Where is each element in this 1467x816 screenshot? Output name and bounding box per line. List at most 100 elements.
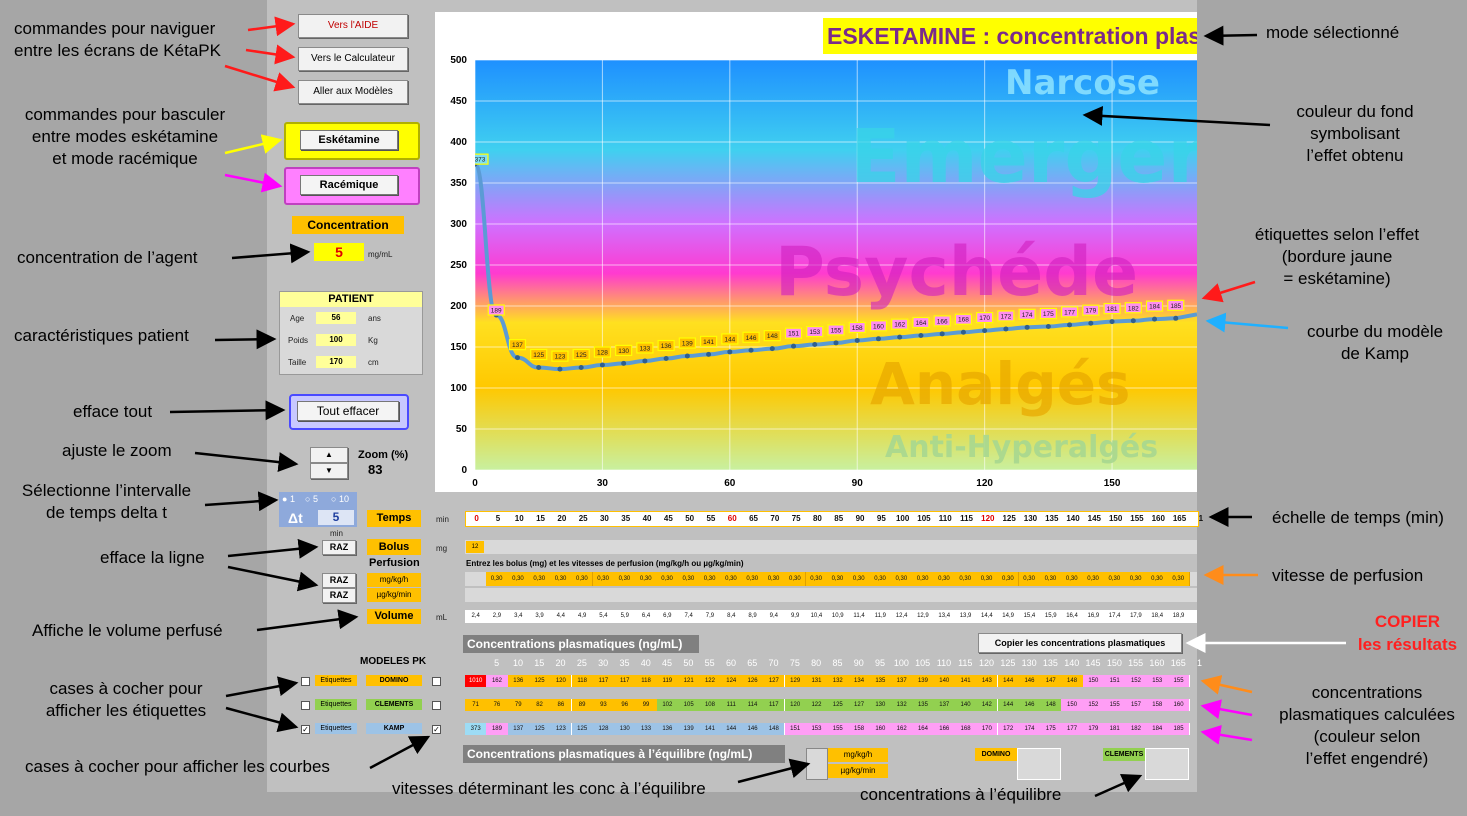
perfusion-cell[interactable]: 0,30 bbox=[762, 572, 786, 586]
kamp-point bbox=[1109, 319, 1115, 325]
domino-label-tag: Etiquettes bbox=[315, 675, 357, 686]
kamp-data-label: 175 bbox=[1043, 311, 1054, 318]
perfusion-cell[interactable]: 0,30 bbox=[826, 572, 850, 586]
perfusion-cell[interactable]: 0,30 bbox=[997, 572, 1020, 586]
perfusion-cell[interactable]: 0,30 bbox=[656, 572, 679, 586]
perfusion-cell[interactable]: 0,30 bbox=[1167, 572, 1190, 586]
perfusion-cell[interactable]: 0,30 bbox=[1082, 572, 1105, 586]
racemic-button[interactable]: Racémique bbox=[300, 175, 398, 195]
perfusion-cell[interactable]: 0,30 bbox=[635, 572, 658, 586]
concentration-cell: 158 bbox=[848, 723, 871, 735]
kamp-point bbox=[1024, 324, 1030, 330]
perfusion-ugkgmin-row[interactable] bbox=[465, 588, 1197, 602]
perfusion-cell[interactable]: 0,30 bbox=[1039, 572, 1063, 586]
perfusion-cell[interactable]: 0,30 bbox=[975, 572, 999, 586]
clear-perfusion-mgkgh-button[interactable]: RAZ bbox=[322, 573, 356, 588]
perfusion-cell[interactable]: 0,30 bbox=[592, 572, 615, 586]
perfusion-cell[interactable]: 0,30 bbox=[741, 572, 764, 586]
kamp-point bbox=[1045, 324, 1051, 329]
equilibrium-rate-input[interactable] bbox=[806, 748, 828, 780]
concentration-cell: 162 bbox=[891, 723, 914, 735]
zoom-label: Zoom (%) bbox=[358, 449, 409, 461]
perfusion-cell[interactable]: 0,30 bbox=[1061, 572, 1084, 586]
plasma-time-cell: 40 bbox=[640, 658, 651, 668]
perfusion-cell[interactable]: 0,30 bbox=[1103, 572, 1126, 586]
concentration-cell: 179 bbox=[1082, 723, 1105, 735]
concentration-input[interactable]: 5 bbox=[314, 243, 364, 261]
perfusion-cell[interactable]: 0,30 bbox=[677, 572, 700, 586]
perfusion-cell[interactable]: 0,30 bbox=[1125, 572, 1148, 586]
clear-bolus-button[interactable]: RAZ bbox=[322, 540, 356, 555]
perfusion-cell[interactable]: 0,30 bbox=[720, 572, 743, 586]
perfusion-cell[interactable]: 0,30 bbox=[699, 572, 722, 586]
esketamine-button[interactable]: Eskétamine bbox=[300, 130, 398, 150]
perfusion-cell[interactable]: 0,30 bbox=[890, 572, 913, 586]
clear-perfusion-ugkgmin-button[interactable]: RAZ bbox=[322, 588, 356, 603]
help-button[interactable]: Vers l'AIDE bbox=[298, 14, 408, 38]
annotation-infusion-rate: vitesse de perfusion bbox=[1272, 566, 1424, 585]
concentration-cell: 117 bbox=[614, 675, 637, 687]
interval-option-1[interactable]: ● 1 bbox=[282, 494, 295, 504]
models-button[interactable]: Aller aux Modèles bbox=[298, 80, 408, 104]
concentration-cell: 164 bbox=[912, 723, 935, 735]
perfusion-cell[interactable]: 0,30 bbox=[1146, 572, 1169, 586]
copy-plasma-button[interactable]: Copier les concentrations plasmatiques bbox=[978, 633, 1182, 653]
perfusion-mgkgh-row[interactable]: 0,30 0,30 0,30 0,30 0,30 0,30 0,30 0,30 0,30 0,30… bbox=[465, 572, 1197, 586]
perfusion-cell[interactable]: 0,30 bbox=[784, 572, 807, 586]
perfusion-cell[interactable]: 0,30 bbox=[528, 572, 551, 586]
perfusion-cell[interactable]: 0,30 bbox=[912, 572, 935, 586]
perfusion-cell[interactable]: 0,30 bbox=[571, 572, 594, 586]
annotation-delta-t-1: Sélectionne l’intervalle bbox=[21, 481, 192, 500]
domino-curve-checkbox[interactable] bbox=[432, 677, 441, 686]
concentration-cell: 150 bbox=[1082, 675, 1105, 687]
zoom-down-button[interactable]: ▼ bbox=[310, 463, 348, 479]
concentration-cell: 142 bbox=[976, 699, 999, 711]
age-input[interactable]: 56 bbox=[316, 312, 356, 324]
interval-option-10[interactable]: ○ 10 bbox=[331, 494, 349, 504]
concentration-cell: 129 bbox=[784, 675, 807, 687]
kamp-curve-checkbox[interactable]: ✓ bbox=[432, 725, 441, 734]
kamp-point bbox=[982, 328, 988, 334]
concentration-cell: 132 bbox=[891, 699, 914, 711]
kamp-data-label: 144 bbox=[724, 336, 735, 343]
annotation-calculated-1: concentrations bbox=[1311, 683, 1423, 702]
interval-option-5[interactable]: ○ 5 bbox=[305, 494, 318, 504]
height-input[interactable]: 170 bbox=[316, 356, 356, 368]
perfusion-cell[interactable]: 0,30 bbox=[1018, 572, 1041, 586]
bolus-value-cell[interactable]: 12 bbox=[466, 541, 484, 553]
perfusion-cell[interactable]: 0,30 bbox=[869, 572, 892, 586]
perfusion-cell[interactable]: 0,30 bbox=[549, 572, 573, 586]
kamp-label-checkbox[interactable]: ✓ bbox=[301, 725, 310, 734]
domino-label-checkbox[interactable] bbox=[301, 677, 310, 686]
concentration-cell: 140 bbox=[954, 699, 978, 711]
concentration-cell: 141 bbox=[954, 675, 978, 687]
perfusion-cell[interactable]: 0,30 bbox=[954, 572, 977, 586]
clements-label-checkbox[interactable] bbox=[301, 701, 310, 710]
perfusion-cell[interactable]: 0,30 bbox=[486, 572, 509, 586]
plasma-time-cell: 85 bbox=[832, 658, 843, 668]
concentration-cell: 133 bbox=[635, 723, 658, 735]
perfusion-cell[interactable]: 0,30 bbox=[933, 572, 956, 586]
concentration-cell: 174 bbox=[1018, 723, 1042, 735]
kamp-data-label: 155 bbox=[831, 327, 842, 334]
concentration-cell: 140 bbox=[933, 675, 956, 687]
perfusion-cell[interactable]: 0,30 bbox=[613, 572, 637, 586]
zoom-up-button[interactable]: ▲ bbox=[310, 447, 348, 463]
clear-all-button[interactable]: Tout effacer bbox=[297, 401, 399, 421]
concentration-cell: 144 bbox=[997, 675, 1020, 687]
height-label: Taille bbox=[288, 358, 307, 367]
clements-curve-checkbox[interactable] bbox=[432, 701, 441, 710]
perfusion-cell[interactable]: 0,30 bbox=[507, 572, 530, 586]
calculator-button[interactable]: Vers le Calculateur bbox=[298, 47, 408, 71]
x-tick-label: 90 bbox=[852, 478, 864, 489]
perfusion-cell[interactable]: 0,30 bbox=[848, 572, 871, 586]
weight-input[interactable]: 100 bbox=[316, 334, 356, 346]
bolus-row[interactable] bbox=[465, 540, 1197, 554]
kamp-data-label: 146 bbox=[746, 335, 757, 342]
perfusion-cell[interactable]: 0,30 bbox=[805, 572, 828, 586]
time-unit: min bbox=[436, 515, 449, 524]
kamp-data-label: 160 bbox=[873, 323, 884, 330]
annotation-effect-labels-3: = eskétamine) bbox=[1283, 269, 1391, 288]
plasma-time-cell: 90 bbox=[853, 658, 864, 668]
kamp-point bbox=[578, 365, 584, 370]
